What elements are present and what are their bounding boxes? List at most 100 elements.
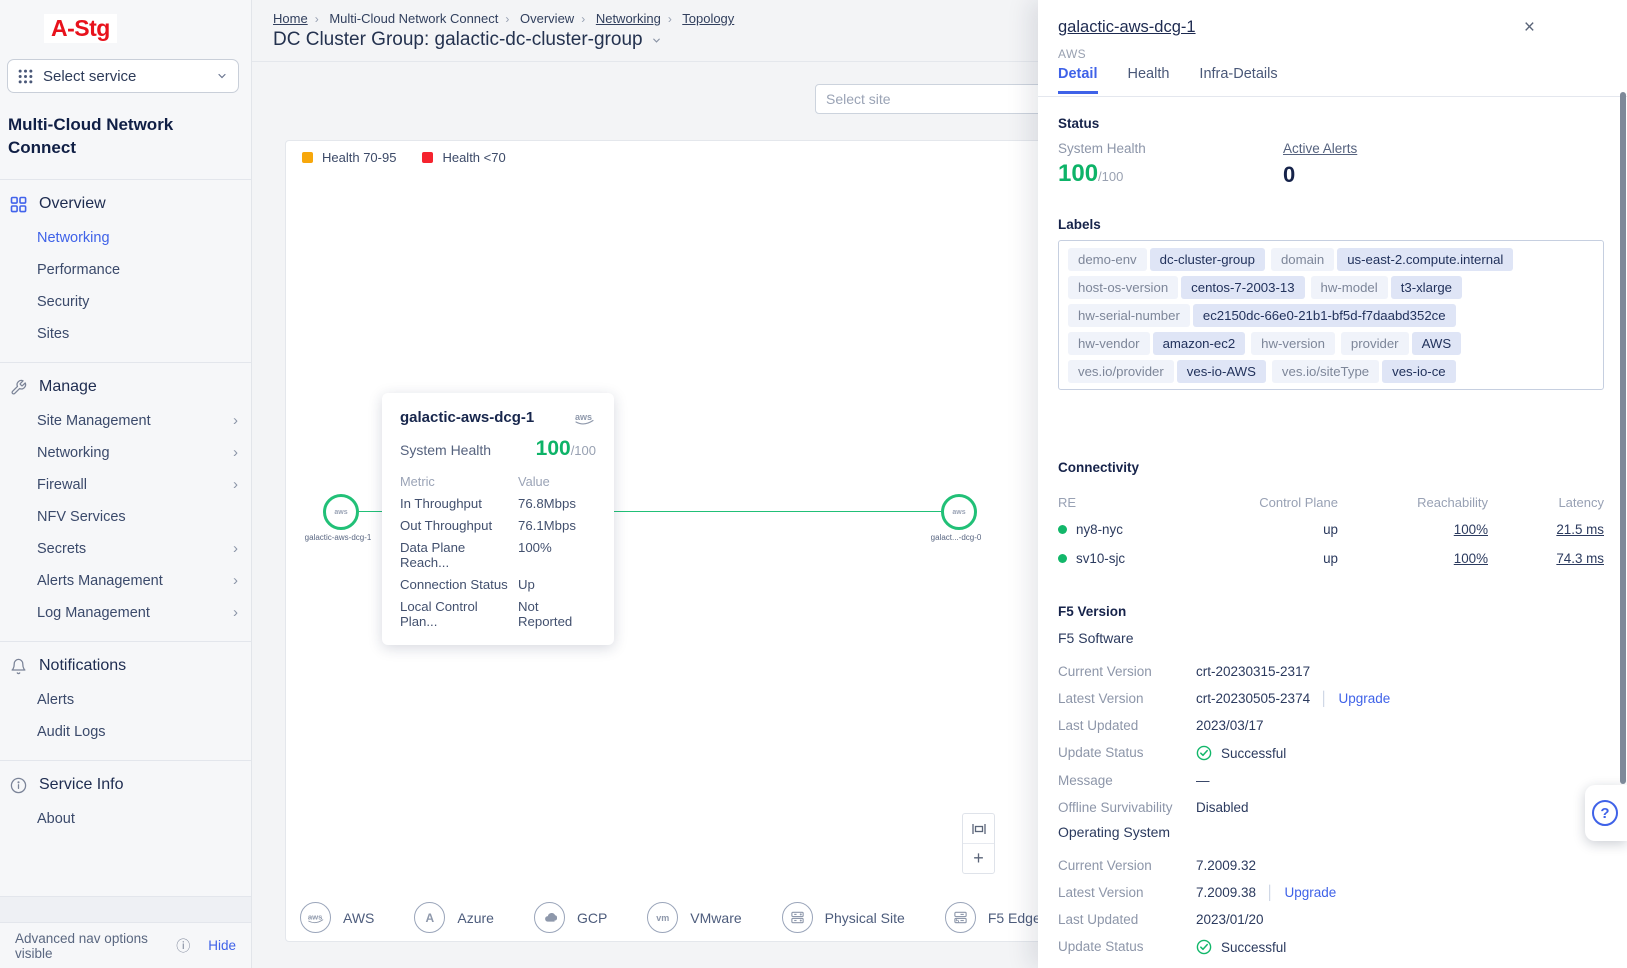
site-type-legend: aws AWS A Azure GCP vm VMware Physic — [300, 902, 1140, 933]
hide-nav-link[interactable]: Hide — [208, 938, 236, 953]
help-button[interactable]: ? — [1585, 785, 1627, 841]
breadcrumb-networking[interactable]: Networking — [596, 11, 661, 26]
orange-swatch-icon — [302, 152, 313, 163]
node-label: galact...-dcg-0 — [886, 533, 1026, 542]
chevron-right-icon: › — [574, 12, 592, 26]
reachability-link[interactable]: 100% — [1454, 551, 1488, 566]
check-circle-icon — [1196, 939, 1212, 955]
sidebar-item-site-management[interactable]: Site Management› — [0, 405, 251, 437]
tooltip-health-label: System Health — [400, 442, 491, 458]
chevron-right-icon: › — [498, 12, 516, 26]
f5-version-heading: F5 Version — [1058, 604, 1126, 619]
chevron-right-icon: › — [233, 604, 238, 621]
connectivity-heading: Connectivity — [1058, 460, 1139, 475]
latency-link[interactable]: 21.5 ms — [1556, 522, 1604, 537]
sidebar-item-alerts-management[interactable]: Alerts Management› — [0, 565, 251, 597]
chevron-right-icon: › — [308, 12, 326, 26]
sidebar-item-networking[interactable]: Networking — [0, 222, 251, 254]
zoom-controls: + — [962, 813, 995, 874]
label-pair: hw-vendoramazon-ec2 — [1068, 332, 1245, 355]
section-label: Manage — [39, 378, 97, 396]
label-pair: providerAWS — [1341, 332, 1461, 355]
panel-scrollbar[interactable] — [1620, 92, 1626, 784]
sidebar-section-manage[interactable]: Manage — [0, 363, 251, 405]
legend-item-aws: aws AWS — [300, 902, 374, 933]
panel-title-link[interactable]: galactic-aws-dcg-1 — [1058, 18, 1196, 37]
site-select-input[interactable]: Select site — [815, 84, 1065, 114]
separator: │ — [1320, 691, 1328, 706]
sidebar-section-service-info[interactable]: Service Info — [0, 761, 251, 803]
bell-icon — [9, 658, 27, 675]
re-name: sv10-sjc — [1058, 544, 1228, 573]
sidebar-item-log-management[interactable]: Log Management› — [0, 597, 251, 629]
section-label: Notifications — [39, 657, 126, 675]
tab-detail[interactable]: Detail — [1058, 66, 1098, 94]
labels-heading: Labels — [1058, 217, 1101, 232]
latency-link[interactable]: 74.3 ms — [1556, 551, 1604, 566]
breadcrumb-overview: Overview — [520, 11, 574, 26]
red-swatch-icon — [422, 152, 433, 163]
label-pair: hw-serial-numberec2150dc-66e0-21b1-bf5d-… — [1068, 304, 1456, 327]
label-pair: demo-envdc-cluster-group — [1068, 248, 1265, 271]
chevron-down-icon — [651, 35, 662, 46]
sidebar-footer-band — [0, 896, 251, 923]
health-legend: Health 70-95 Health <70 — [302, 150, 506, 165]
azure-icon: A — [414, 902, 445, 933]
breadcrumb-home[interactable]: Home — [273, 11, 308, 26]
topology-canvas: Health 70-95 Health <70 aws galactic-aws… — [285, 140, 1062, 942]
sidebar-item-alerts[interactable]: Alerts — [0, 684, 251, 716]
sidebar-item-performance[interactable]: Performance — [0, 254, 251, 286]
tooltip-title: galactic-aws-dcg-1 — [400, 409, 534, 426]
tab-infra-details[interactable]: Infra-Details — [1199, 66, 1277, 94]
zoom-in-button[interactable]: + — [963, 843, 994, 873]
sidebar-section-notifications[interactable]: Notifications — [0, 642, 251, 684]
sidebar-item-about[interactable]: About — [0, 803, 251, 835]
active-alerts-link[interactable]: Active Alerts — [1283, 141, 1357, 156]
tabbar-divider — [1038, 96, 1627, 97]
sidebar-item-sites[interactable]: Sites — [0, 318, 251, 350]
legend-item: Health 70-95 — [302, 150, 396, 165]
section-label: Service Info — [39, 776, 123, 794]
wrench-icon — [9, 379, 27, 396]
app-window: A-Stg Select service Multi-Cloud Network… — [0, 0, 1627, 968]
breadcrumb-mcn: Multi-Cloud Network Connect — [329, 11, 498, 26]
sidebar-item-nfv-services[interactable]: NFV Services — [0, 501, 251, 533]
service-selector[interactable]: Select service — [7, 59, 239, 93]
brand-logo: A-Stg — [44, 14, 117, 43]
connectivity-table: RE Control Plane Reachability Latency ny… — [1058, 490, 1604, 573]
gcp-icon — [534, 902, 565, 933]
label-pair: ves.io/providerves-io-AWS — [1068, 360, 1266, 383]
sidebar-item-secrets[interactable]: Secrets› — [0, 533, 251, 565]
upgrade-link[interactable]: Upgrade — [1285, 885, 1337, 900]
sidebar-item-firewall[interactable]: Firewall› — [0, 469, 251, 501]
info-icon — [9, 777, 27, 794]
chevron-right-icon: › — [233, 444, 238, 461]
topology-node-galact-dcg-0[interactable]: aws — [941, 494, 977, 530]
breadcrumb: Home› Multi-Cloud Network Connect› Overv… — [273, 11, 734, 26]
reachability-link[interactable]: 100% — [1454, 522, 1488, 537]
sidebar-item-manage-networking[interactable]: Networking› — [0, 437, 251, 469]
chevron-right-icon: › — [233, 476, 238, 493]
active-alerts-value: 0 — [1283, 162, 1295, 188]
sidebar-section-overview[interactable]: Overview — [0, 180, 251, 222]
topology-node-galactic-aws-dcg-1[interactable]: aws — [323, 494, 359, 530]
chevron-right-icon: › — [233, 540, 238, 557]
f5-version-details: Current Versioncrt-20230315-2317 Latest … — [1058, 658, 1604, 821]
breadcrumb-topology[interactable]: Topology — [682, 11, 734, 26]
fit-to-screen-button[interactable] — [963, 814, 994, 843]
chevron-right-icon: › — [661, 12, 679, 26]
question-icon: ? — [1592, 800, 1618, 826]
legend-item-physical-site: Physical Site — [782, 902, 905, 933]
info-icon: ⓘ — [176, 936, 190, 956]
upgrade-link[interactable]: Upgrade — [1339, 691, 1391, 706]
sidebar-item-security[interactable]: Security — [0, 286, 251, 318]
tab-health[interactable]: Health — [1128, 66, 1170, 94]
legend-item-vmware: vm VMware — [647, 902, 741, 933]
close-icon[interactable]: × — [1524, 20, 1535, 35]
aws-logo-icon: aws — [952, 509, 965, 516]
page-title[interactable]: DC Cluster Group: galactic-dc-cluster-gr… — [273, 29, 662, 51]
sidebar-item-audit-logs[interactable]: Audit Logs — [0, 716, 251, 748]
label-pair: hw-version — [1251, 332, 1335, 355]
label-pair: ves.io/siteTypeves-io-ce — [1272, 360, 1456, 383]
status-up-dot-icon — [1058, 554, 1067, 563]
